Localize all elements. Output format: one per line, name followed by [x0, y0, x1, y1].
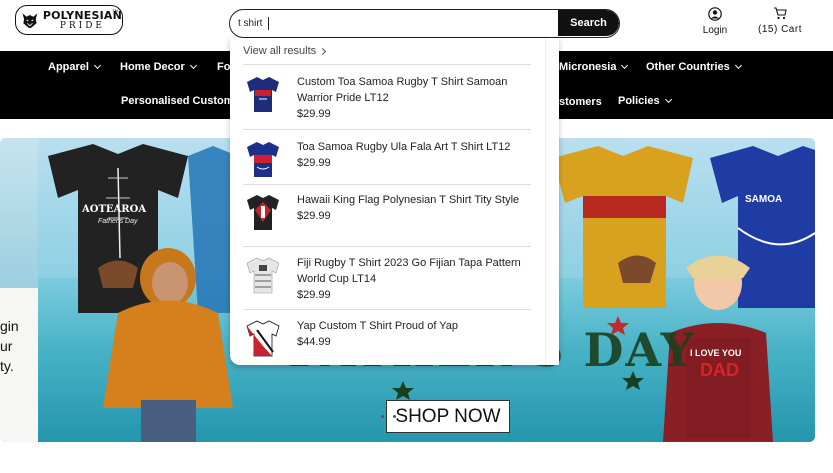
text-caret: [268, 17, 269, 30]
product-thumbnail: [246, 320, 280, 357]
product-thumbnail: [247, 142, 279, 177]
search-input[interactable]: [230, 10, 560, 36]
login-link[interactable]: Login: [699, 7, 731, 36]
chevron-down-icon: [664, 95, 672, 104]
cart-link[interactable]: (15) Cart: [752, 7, 808, 35]
result-price: $29.99: [297, 289, 331, 301]
product-thumbnail: [247, 195, 279, 230]
chevron-down-icon: [734, 61, 742, 70]
carousel-dot[interactable]: [381, 415, 384, 418]
nav-item-label: Apparel: [48, 61, 89, 73]
search-result-item[interactable]: Hawaii King Flag Polynesian T Shirt Tity…: [243, 192, 531, 232]
result-name: Yap Custom T Shirt Proud of Yap: [297, 320, 459, 332]
divider: [243, 184, 531, 185]
user-circle-icon: [708, 7, 722, 21]
shop-now-button[interactable]: SHOP NOW: [386, 400, 510, 433]
login-label: Login: [702, 25, 728, 36]
chevron-down-icon: [189, 61, 197, 70]
shirt-print-text: Father's Day: [98, 218, 138, 225]
nav-item-apparel[interactable]: Apparel: [48, 61, 102, 73]
previous-slide-line: gin: [0, 318, 19, 334]
result-name: Fiji Rugby T Shirt 2023 Go Fijian Tapa P…: [297, 257, 521, 285]
search-result-item[interactable]: Custom Toa Samoa Rugby T Shirt Samoan Wa…: [243, 74, 531, 121]
previous-slide-image: [0, 138, 38, 288]
nav-item-label: Policies: [618, 95, 660, 107]
chevron-right-icon: [319, 47, 327, 55]
nav-item-label: Home Decor: [120, 61, 185, 73]
previous-slide-text: gin ur ty.: [0, 316, 19, 376]
divider: [243, 64, 531, 65]
brand-logo[interactable]: POLYNESIAN PRIDE TM: [15, 5, 123, 35]
search-bar: Search: [229, 9, 620, 38]
result-price: $29.99: [297, 108, 331, 120]
carousel-dot-active[interactable]: [393, 415, 396, 418]
chevron-down-icon: [621, 61, 629, 70]
nav-item-customers[interactable]: stomers: [559, 96, 602, 108]
trademark-mark: TM: [112, 8, 118, 13]
divider: [243, 309, 531, 310]
result-price: $44.99: [297, 336, 331, 348]
chevron-down-icon: [93, 61, 102, 70]
brand-name-top: POLYNESIAN: [42, 8, 122, 22]
result-price: $29.99: [297, 157, 331, 169]
nav-item-fo[interactable]: Fo: [217, 61, 230, 73]
divider: [243, 129, 531, 130]
result-name: Hawaii King Flag Polynesian T Shirt Tity…: [297, 194, 520, 206]
boar-head-icon: [22, 13, 38, 29]
previous-slide-line: ty.: [0, 358, 14, 374]
brand-wordmark: POLYNESIAN PRIDE: [43, 10, 122, 31]
cart-icon: [774, 7, 787, 20]
product-thumbnail: [246, 257, 280, 294]
search-button[interactable]: Search: [558, 10, 619, 36]
cart-label: (15) Cart: [758, 24, 802, 35]
search-result-item[interactable]: Fiji Rugby T Shirt 2023 Go Fijian Tapa P…: [243, 255, 531, 302]
divider: [243, 246, 531, 247]
shirt-print-text: PNG: [633, 202, 653, 212]
result-name: Toa Samoa Rugby Ula Fala Art T Shirt LT1…: [297, 141, 511, 153]
result-name: Custom Toa Samoa Rugby T Shirt Samoan Wa…: [297, 76, 508, 104]
search-result-item[interactable]: Toa Samoa Rugby Ula Fala Art T Shirt LT1…: [243, 139, 531, 179]
search-result-item[interactable]: Yap Custom T Shirt Proud of Yap $44.99: [243, 318, 531, 358]
nav-item-label: Other Countries: [646, 61, 730, 73]
product-thumbnail: [247, 77, 279, 112]
search-suggestions-dropdown: View all results Custom Toa Samoa Rugby …: [230, 38, 559, 365]
nav-item-personalised-custom[interactable]: Personalised Custom: [121, 95, 233, 107]
brand-name-bottom: PRIDE: [59, 20, 106, 31]
kid-shirt-text: DAD: [700, 360, 739, 380]
page: POLYNESIAN PRIDE TM Search Login: [0, 0, 833, 473]
nav-item-label: Micronesia: [559, 61, 617, 73]
shirt-print-text: AOTEAROA: [82, 204, 147, 215]
shirt-print-text: SAMOA: [745, 194, 783, 205]
nav-item-policies[interactable]: Policies: [618, 95, 672, 107]
kid-shirt-text: I LOVE YOU: [690, 348, 742, 358]
nav-item-other-countries[interactable]: Other Countries: [646, 61, 742, 73]
previous-slide-line: ur: [0, 338, 13, 354]
previous-slide-peek: gin ur ty.: [0, 138, 38, 442]
scrollbar[interactable]: [545, 38, 559, 365]
nav-item-micronesia[interactable]: Micronesia: [559, 61, 629, 73]
result-price: $29.99: [297, 210, 331, 222]
nav-item-label: Fo: [217, 61, 231, 73]
nav-item-home-decor[interactable]: Home Decor: [120, 61, 197, 73]
view-all-label: View all results: [243, 45, 317, 57]
view-all-results-link[interactable]: View all results: [243, 45, 327, 57]
nav-item-label: stomers: [559, 96, 602, 108]
nav-item-label: Personalised Custom: [121, 95, 234, 107]
